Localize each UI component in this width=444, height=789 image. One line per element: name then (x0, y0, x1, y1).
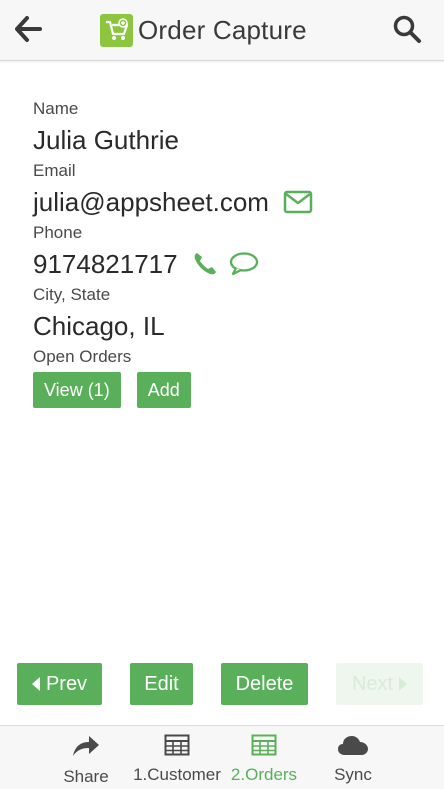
email-value: julia@appsheet.com (33, 182, 423, 222)
table-icon (251, 734, 277, 761)
view-orders-button[interactable]: View (1) (33, 372, 121, 408)
bottom-tab-bar: Share 1.Customer 2.Orders Sync (0, 725, 444, 789)
tab-sync[interactable]: Sync (333, 734, 373, 785)
back-button[interactable] (12, 14, 44, 48)
edit-button[interactable]: Edit (130, 663, 193, 705)
name-text: Julia Guthrie (33, 125, 179, 155)
edit-label: Edit (144, 672, 179, 695)
email-text: julia@appsheet.com (33, 187, 269, 217)
next-button[interactable]: Next (336, 663, 423, 705)
table-icon (164, 734, 190, 761)
tab-customer-label: 1.Customer (133, 765, 221, 784)
name-label: Name (33, 99, 79, 118)
next-label: Next (351, 672, 394, 695)
phone-icon[interactable] (192, 251, 218, 277)
open-orders-label: Open Orders (33, 347, 132, 366)
phone-text: 9174821717 (33, 249, 178, 279)
tab-share[interactable]: Share (62, 734, 110, 787)
tab-orders-label: 2.Orders (230, 765, 298, 784)
triangle-left-icon (31, 677, 40, 691)
app-title-group: Order Capture (100, 13, 307, 47)
prev-button[interactable]: Prev (17, 663, 102, 705)
prev-label: Prev (45, 672, 88, 695)
cart-logo-icon (100, 13, 133, 47)
add-order-button[interactable]: Add (136, 372, 191, 408)
customer-detail: Name Julia Guthrie Email julia@appsheet.… (33, 98, 423, 408)
chat-bubble-icon[interactable] (228, 251, 260, 277)
city-text: Chicago, IL (33, 311, 165, 341)
phone-value: 9174821717 (33, 244, 423, 284)
search-button[interactable] (390, 14, 424, 48)
orders-actions: View (1) Add (33, 372, 423, 408)
email-label: Email (33, 161, 76, 180)
delete-button[interactable]: Delete (221, 663, 308, 705)
tab-share-label: Share (63, 767, 109, 786)
cloud-icon (337, 734, 369, 761)
tab-customer[interactable]: 1.Customer (131, 734, 223, 785)
share-icon (71, 734, 101, 763)
tab-sync-label: Sync (334, 765, 372, 784)
search-icon (392, 14, 422, 49)
phone-label: Phone (33, 223, 83, 242)
app-header: Order Capture (0, 0, 444, 61)
name-value: Julia Guthrie (33, 120, 423, 160)
page-title: Order Capture (138, 14, 307, 45)
tab-orders[interactable]: 2.Orders (228, 734, 300, 785)
delete-label: Delete (235, 672, 294, 695)
city-label: City, State (33, 285, 111, 304)
envelope-icon[interactable] (283, 190, 313, 214)
triangle-right-icon (399, 677, 408, 691)
arrow-left-icon (14, 15, 42, 47)
city-value: Chicago, IL (33, 306, 423, 346)
